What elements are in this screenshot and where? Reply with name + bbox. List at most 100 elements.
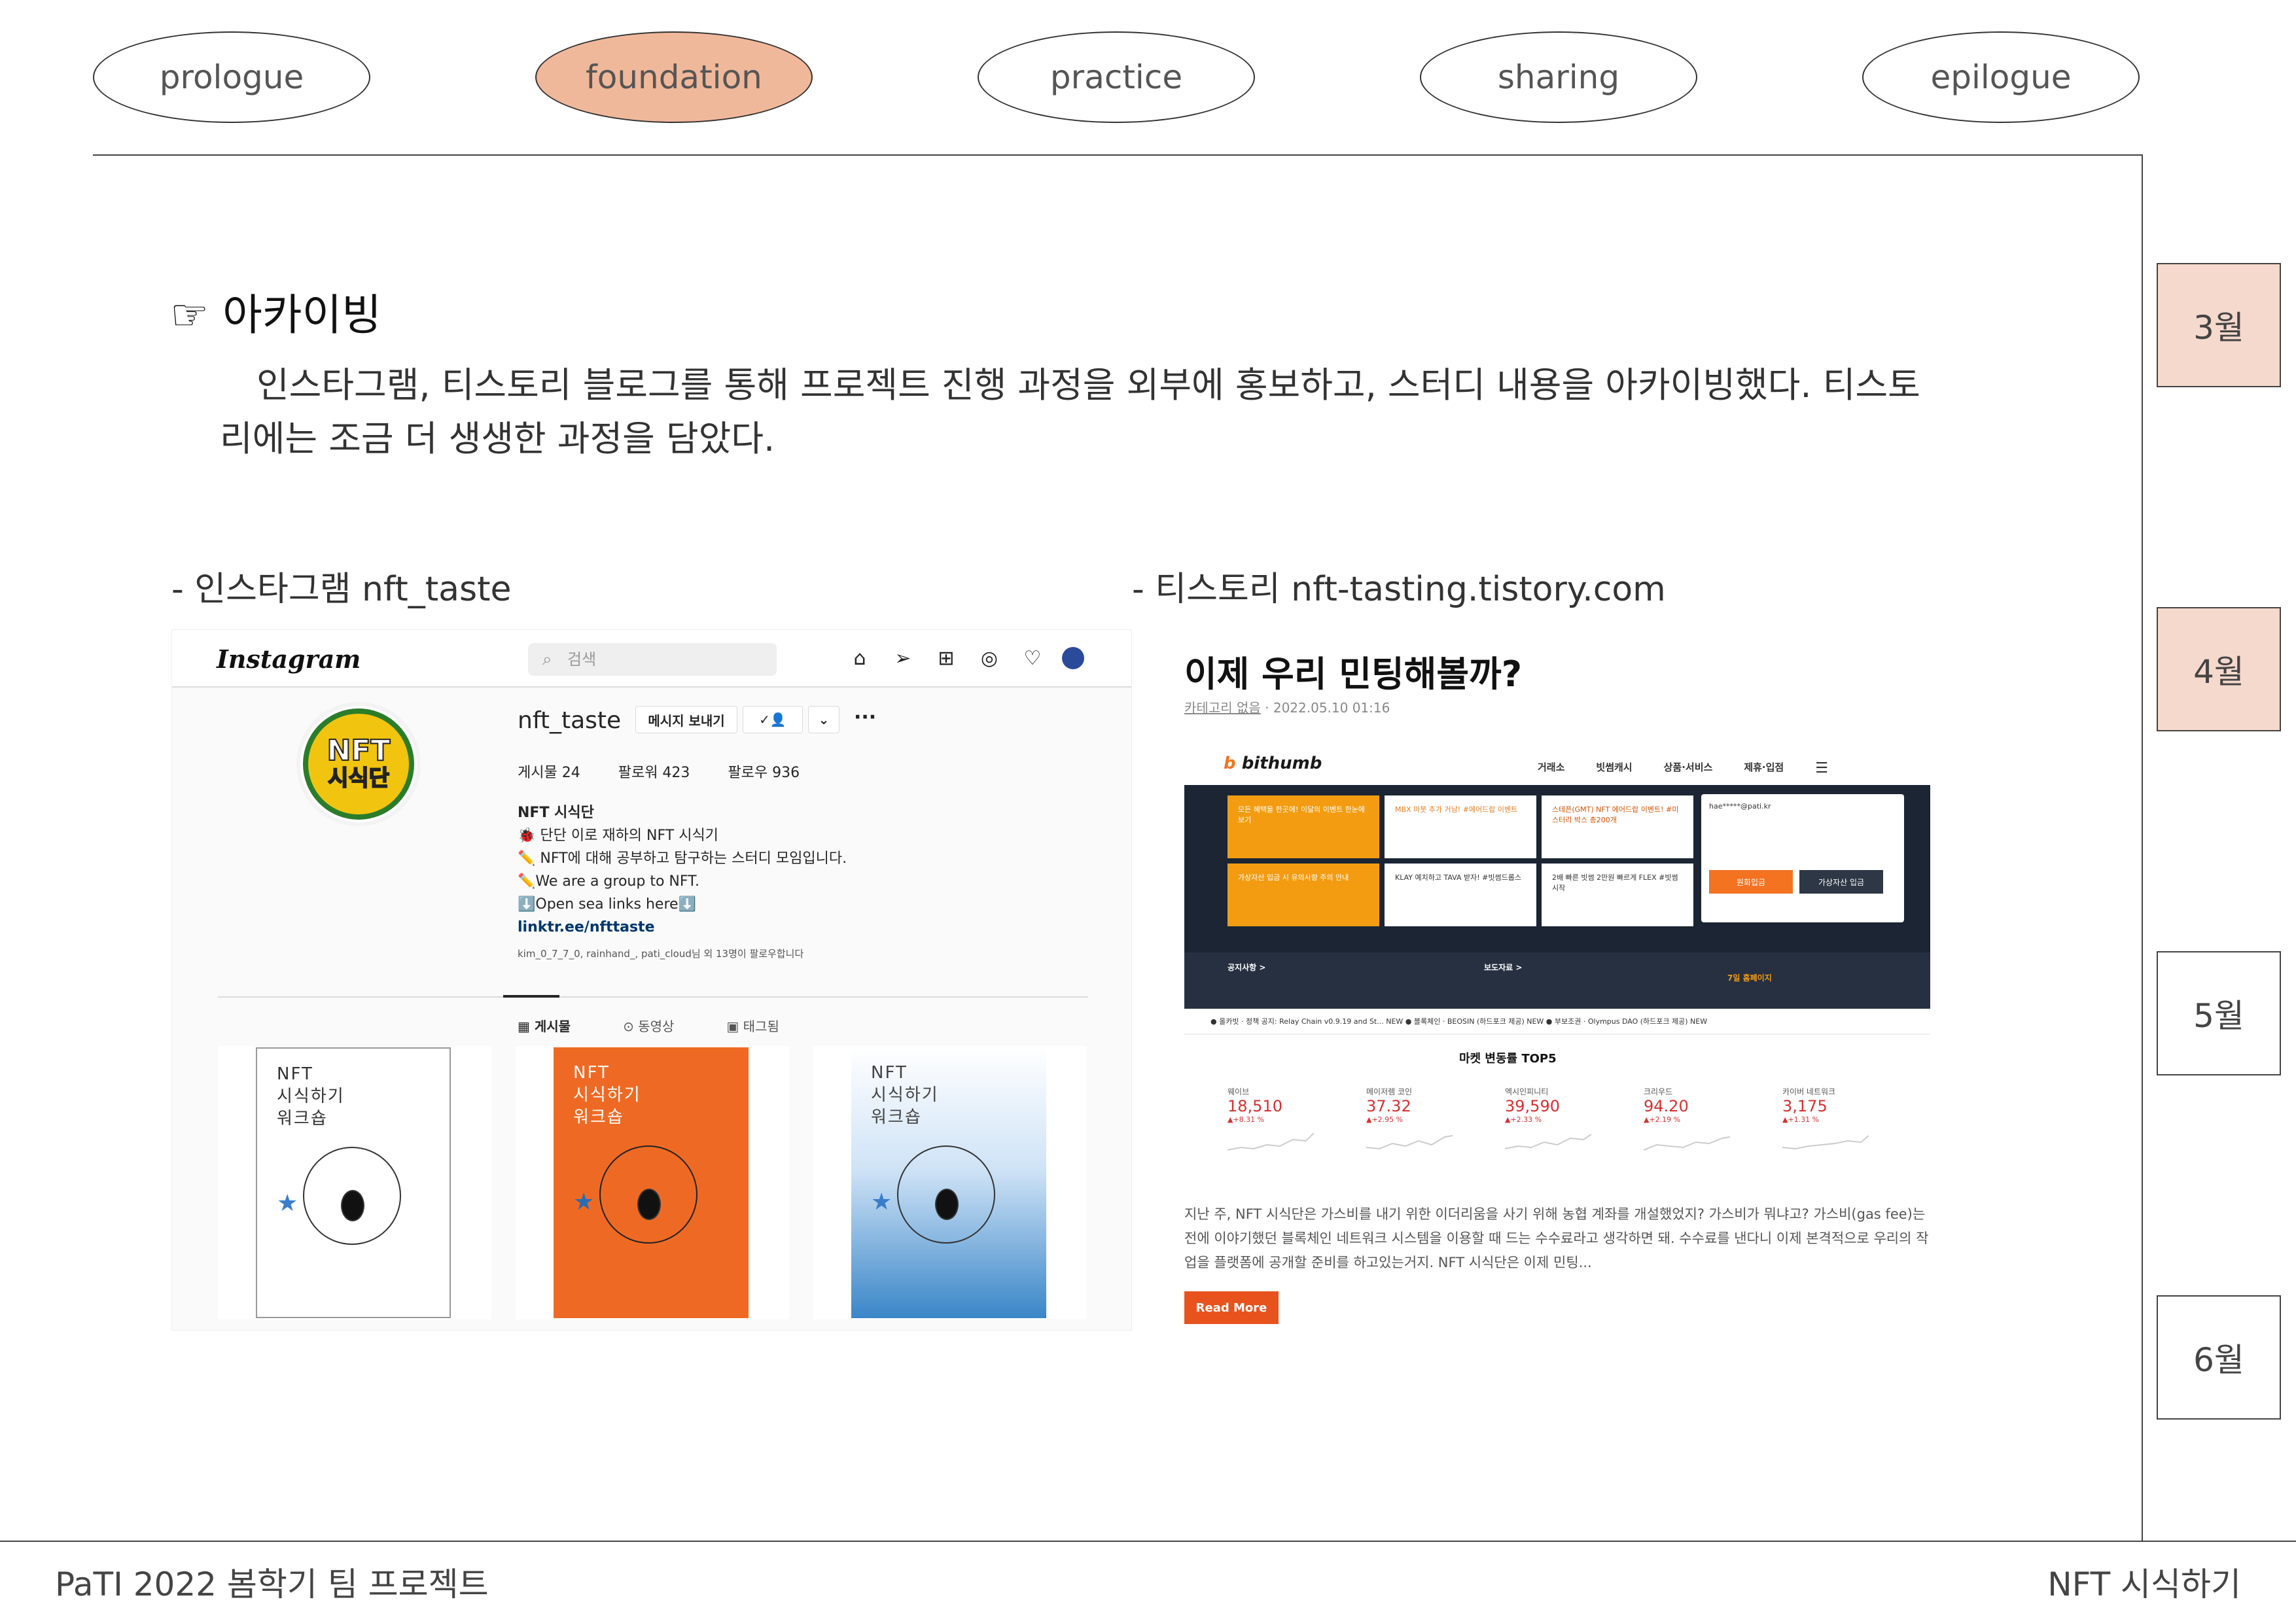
bithumb-nav-item: 거래소 bbox=[1538, 761, 1565, 773]
bithumb-card: 가상자산 입금 시 유의사항 주의 안내 bbox=[1227, 864, 1379, 926]
bithumb-nav-item: 상품·서비스 bbox=[1663, 761, 1713, 773]
deposit-crypto-button: 가상자산 입금 bbox=[1799, 870, 1883, 894]
bithumb-card: MBX 마붓 추가 거남! #에어드랍 이벤트 bbox=[1385, 795, 1536, 858]
post-thumbnail[interactable]: NFT 시식하기 워크숍 ★ bbox=[516, 1046, 789, 1319]
person-check-icon: ✓👤 bbox=[759, 712, 786, 727]
tab-videos[interactable]: ⊙ 동영상 bbox=[623, 1016, 674, 1035]
month-tab-june[interactable]: 6월 bbox=[2157, 1295, 2281, 1420]
bio-line: ✏️ NFT에 대해 공부하고 탐구하는 스터디 모임입니다. bbox=[518, 850, 847, 867]
bio-line: 🐞 단단 이로 재하의 NFT 시식기 bbox=[518, 828, 718, 844]
nav-foundation[interactable]: foundation bbox=[535, 31, 813, 123]
month-tab-may[interactable]: 5월 bbox=[2157, 951, 2281, 1075]
profile-avatar-icon[interactable] bbox=[1062, 647, 1084, 669]
bithumb-nav-item: 빗썸캐시 bbox=[1596, 761, 1633, 773]
instagram-search-input[interactable]: ⌕ 검색 bbox=[528, 643, 777, 676]
bio-link[interactable]: linktr.ee/nfttaste bbox=[518, 916, 936, 939]
profile-username: nft_taste bbox=[518, 707, 622, 734]
footer-left: PaTI 2022 봄학기 팀 프로젝트 bbox=[55, 1565, 489, 1603]
bithumb-card: 모든 혜택을 한곳에! 이달의 이벤트 한눈에 보기 bbox=[1227, 795, 1379, 858]
bio-line: ✏️We are a group to NFT. bbox=[518, 873, 699, 890]
new-post-icon[interactable]: ⊞ bbox=[932, 644, 960, 672]
bithumb-header: b bithumb 거래소 빗썸캐시 상품·서비스 제휴·입점 ☰ bbox=[1184, 738, 1930, 785]
poster-white: NFT 시식하기 워크숍 ★ bbox=[256, 1047, 451, 1318]
app-promo: 7일 홈페이지 bbox=[1727, 973, 1772, 983]
star-icon: ★ bbox=[871, 1189, 894, 1215]
market-title: 마켓 변동률 TOP5 bbox=[1459, 1052, 1557, 1066]
bithumb-card: 2배 빠른 빗썸 2만원 빠르게 FLEX #빗썸 시작 bbox=[1542, 864, 1693, 926]
explore-icon[interactable]: ◎ bbox=[976, 644, 1003, 672]
read-more-button[interactable]: Read More bbox=[1184, 1291, 1279, 1324]
frame-right-divider bbox=[2142, 154, 2143, 1541]
instagram-caption: - 인스타그램 nft_taste bbox=[171, 570, 512, 609]
footer-right: NFT 시식하기 bbox=[2047, 1565, 2241, 1603]
bio-line: ⬇️Open sea links here⬇️ bbox=[518, 896, 696, 913]
login-email: hae*****@pati.kr bbox=[1709, 802, 1771, 811]
nav-sharing[interactable]: sharing bbox=[1420, 31, 1697, 123]
month-tab-april[interactable]: 4월 bbox=[2157, 607, 2281, 731]
tab-posts[interactable]: ▦ 게시물 bbox=[518, 1016, 571, 1035]
followers-count[interactable]: 팔로워 423 bbox=[618, 761, 690, 782]
bithumb-nav: 거래소 빗썸캐시 상품·서비스 제휴·입점 ☰ bbox=[1538, 760, 1828, 777]
instagram-topbar: Instagram ⌕ 검색 ⌂ ➢ ⊞ ◎ ♡ bbox=[172, 630, 1131, 688]
market-item: 카이버 네트워크 3,175 ▲+1.31 % bbox=[1782, 1086, 1869, 1157]
instagram-screenshot: Instagram ⌕ 검색 ⌂ ➢ ⊞ ◎ ♡ NFT 시식단 nft_tast… bbox=[171, 629, 1132, 1331]
following-count[interactable]: 팔로우 936 bbox=[728, 761, 800, 782]
footer-divider bbox=[0, 1541, 2296, 1542]
profile-stats: 게시물 24 팔로워 423 팔로우 936 bbox=[518, 761, 800, 782]
bithumb-logo: b bithumb bbox=[1224, 754, 1322, 773]
posts-count: 게시물 24 bbox=[518, 765, 580, 781]
home-icon[interactable]: ⌂ bbox=[846, 644, 874, 672]
tistory-caption: - 티스토리 nft-tasting.tistory.com bbox=[1132, 570, 1666, 609]
category-link[interactable]: 카테고리 없음 bbox=[1184, 700, 1261, 716]
search-icon: ⌕ bbox=[542, 650, 552, 669]
profile-bio: NFT 시식단 🐞 단단 이로 재하의 NFT 시식기 ✏️ NFT에 대해 공… bbox=[518, 801, 936, 966]
direct-message-icon[interactable]: ➢ bbox=[889, 644, 917, 672]
profile-avatar: NFT 시식단 bbox=[296, 702, 421, 826]
bithumb-login-box: hae*****@pati.kr 원화입금 가상자산 입금 bbox=[1701, 794, 1904, 922]
tab-tagged[interactable]: ▣ 태그됨 bbox=[726, 1016, 779, 1035]
active-tab-indicator bbox=[503, 995, 559, 998]
follow-user-button[interactable]: ✓👤 bbox=[743, 706, 803, 733]
menu-icon: ☰ bbox=[1815, 760, 1828, 777]
suggestions-dropdown[interactable]: ⌄ bbox=[808, 706, 839, 733]
section-title: ☞ 아카이빙 bbox=[170, 290, 382, 340]
blog-post-excerpt: 지난 주, NFT 시식단은 가스비를 내기 위한 이더리움을 사기 위해 농협… bbox=[1184, 1206, 1929, 1270]
post-date: · 2022.05.10 01:16 bbox=[1260, 700, 1390, 716]
market-item: 엑시인피니티 39,590 ▲+2.33 % bbox=[1504, 1086, 1592, 1157]
poster-blue: NFT 시식하기 워크숍 ★ bbox=[851, 1047, 1046, 1318]
section-paragraph: 인스타그램, 티스토리 블로그를 통해 프로젝트 진행 과정을 외부에 홍보하고… bbox=[220, 364, 1920, 459]
poster-orange: NFT 시식하기 워크숍 ★ bbox=[554, 1047, 749, 1318]
star-icon: ★ bbox=[277, 1190, 300, 1217]
market-top5: 마켓 변동률 TOP5 웨이브 18,510 ▲+8.31 % 메이저렘 코인 37.… bbox=[1184, 1035, 1930, 1161]
followed-by-text: kim_0_7_7_0, rainhand_, pati_cloud님 외 13… bbox=[518, 948, 804, 960]
post-thumbnail[interactable]: NFT 시식하기 워크숍 ★ bbox=[813, 1046, 1087, 1319]
blog-post-meta: 카테고리 없음 · 2022.05.10 01:16 bbox=[1184, 697, 1390, 716]
star-icon: ★ bbox=[573, 1189, 596, 1215]
bithumb-card: 스테픈(GMT) NFT 에어드랍 이벤트! #미스터리 박스 총200개 bbox=[1542, 795, 1693, 858]
bithumb-ticker: ● 올카빗 · 정책 공지: Relay Chain v0.9.19 and S… bbox=[1184, 1009, 1930, 1035]
market-item: 웨이브 18,510 ▲+8.31 % bbox=[1227, 1086, 1315, 1157]
deposit-krw-button: 원화입금 bbox=[1709, 870, 1793, 894]
press-title: 보도자료 > bbox=[1484, 963, 1523, 972]
chevron-down-icon: ⌄ bbox=[818, 712, 830, 727]
heart-icon[interactable]: ♡ bbox=[1019, 644, 1046, 672]
market-item: 메이저렘 코인 37.32 ▲+2.95 % bbox=[1366, 1086, 1453, 1157]
frame-top-divider bbox=[93, 154, 2142, 156]
nav-practice[interactable]: practice bbox=[978, 31, 1255, 123]
tabs-divider bbox=[218, 996, 1088, 998]
bio-name: NFT 시식단 bbox=[518, 805, 594, 821]
market-item: 크리우드 94.20 ▲+2.19 % bbox=[1643, 1086, 1731, 1157]
blog-post-title[interactable]: 이제 우리 민팅해볼까? bbox=[1184, 645, 1522, 697]
profile-tabs: ▦ 게시물 ⊙ 동영상 ▣ 태그됨 bbox=[518, 1016, 779, 1035]
nav-prologue[interactable]: prologue bbox=[93, 31, 370, 123]
message-button[interactable]: 메시지 보내기 bbox=[635, 706, 737, 733]
bithumb-card: KLAY 예치하고 TAVA 받자! #빗썸드롭스 bbox=[1385, 864, 1536, 926]
bithumb-nav-item: 제휴·입점 bbox=[1744, 761, 1784, 773]
post-thumbnail[interactable]: NFT 시식하기 워크숍 ★ bbox=[218, 1046, 491, 1319]
bithumb-news-bar: 공지사항 > 보도자료 > 7일 홈페이지 bbox=[1184, 952, 1930, 1009]
bithumb-screenshot: b bithumb 거래소 빗썸캐시 상품·서비스 제휴·입점 ☰ 모든 혜택을… bbox=[1184, 738, 1930, 1161]
more-options-icon[interactable]: ··· bbox=[854, 706, 876, 729]
month-tab-march[interactable]: 3월 bbox=[2157, 263, 2281, 387]
notice-title: 공지사항 > bbox=[1227, 963, 1266, 972]
nav-epilogue[interactable]: epilogue bbox=[1862, 31, 2140, 123]
